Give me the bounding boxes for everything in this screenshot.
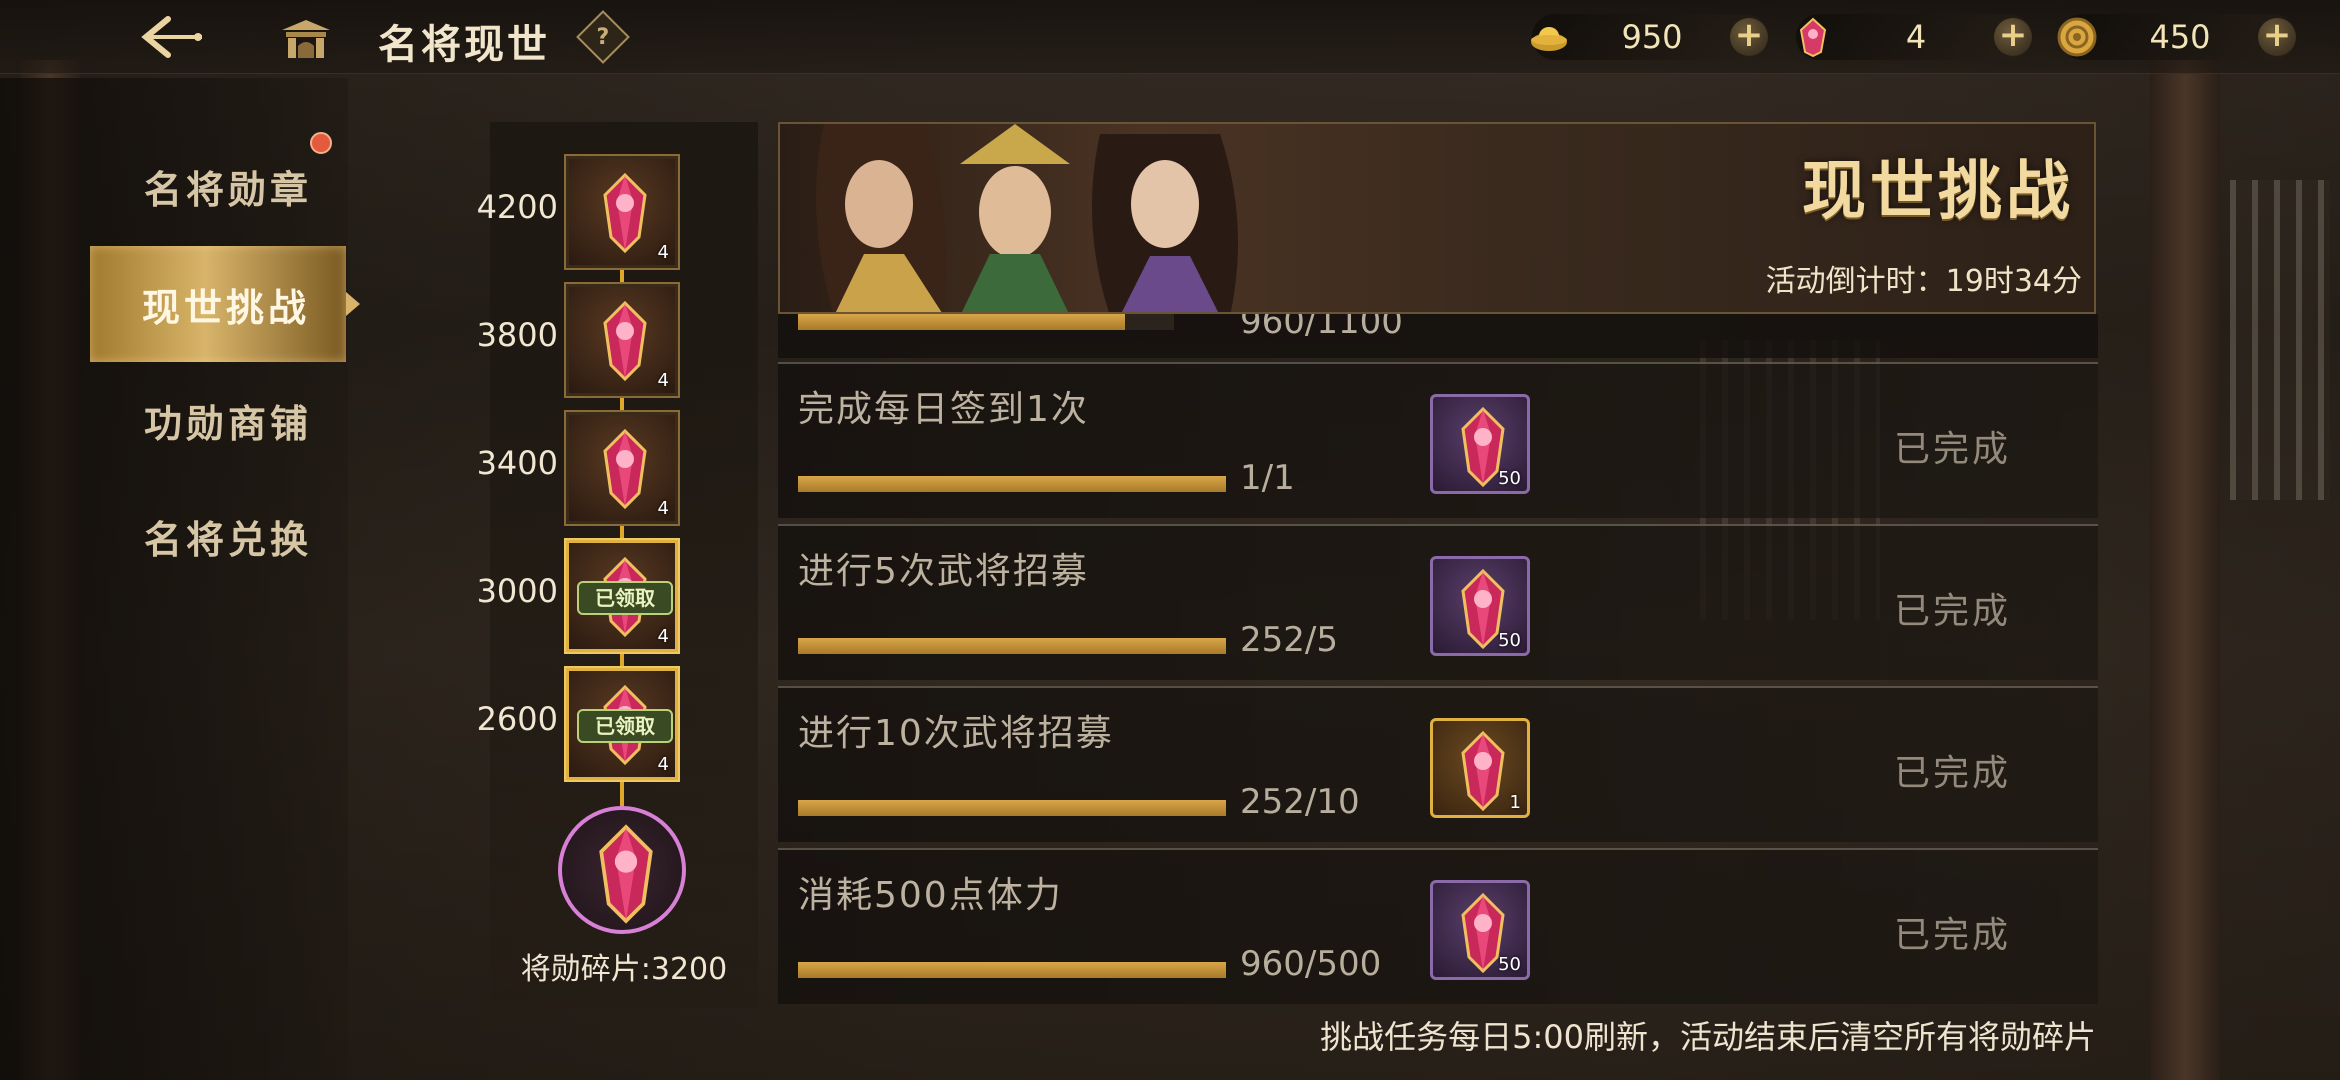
notification-dot bbox=[310, 132, 332, 154]
fragments-count: 将勋碎片:3200 bbox=[520, 952, 728, 987]
task-status-completed: 已完成 bbox=[1894, 591, 2012, 632]
crimson-gem-icon bbox=[1799, 17, 1827, 58]
top-bar: 名将现世 ? 950 + 4 + 450 + bbox=[0, 0, 2340, 74]
nav-item-shop[interactable]: 功勋商铺 bbox=[90, 362, 346, 478]
event-banner: 现世挑战 活动倒计时：19时34分 bbox=[778, 122, 2096, 314]
gold-value: 950 bbox=[1621, 18, 1683, 56]
task-description: 进行10次武将招募 bbox=[798, 713, 1114, 754]
nav-item-challenge[interactable]: 现世挑战 bbox=[90, 246, 360, 362]
milestone-points: 4200 bbox=[476, 188, 558, 226]
crimson-gem-icon bbox=[603, 428, 647, 510]
milestone-reward-count: 4 bbox=[657, 626, 669, 647]
add-gold-button[interactable]: + bbox=[1730, 18, 1768, 56]
claimed-badge: 已领取 bbox=[577, 581, 673, 615]
nav-item-exchange[interactable]: 名将兑换 bbox=[90, 478, 346, 594]
task-progress-text: 960/500 bbox=[1240, 944, 1382, 984]
crimson-gem-icon bbox=[603, 172, 647, 254]
task-reward-item[interactable]: 1 bbox=[1430, 718, 1530, 818]
gate-icon bbox=[282, 20, 330, 58]
claimed-badge: 已领取 bbox=[577, 709, 673, 743]
add-coin-button[interactable]: + bbox=[2258, 18, 2296, 56]
task-list[interactable]: 960/1100 完成每日签到1次 1/1 50 已完成 进行5次武将招募 252/5 50… bbox=[778, 314, 2098, 1014]
task-reward-item[interactable]: 50 bbox=[1430, 394, 1530, 494]
task-description: 进行5次武将招募 bbox=[798, 551, 1089, 592]
task-progress-text: 252/10 bbox=[1240, 782, 1360, 822]
task-row: 进行10次武将招募 252/10 1 已完成 bbox=[778, 686, 2098, 842]
footer-note: 挑战任务每日5:00刷新，活动结束后清空所有将勋碎片 bbox=[1320, 1018, 2096, 1056]
fragment-gem-icon bbox=[599, 824, 653, 924]
gold-ingot-icon bbox=[1531, 27, 1567, 51]
active-caret-icon bbox=[346, 292, 360, 316]
hero-portrait-3 bbox=[1092, 134, 1238, 312]
back-button[interactable] bbox=[138, 12, 208, 62]
task-status-completed: 已完成 bbox=[1894, 753, 2012, 794]
milestone-reward-count: 4 bbox=[657, 754, 669, 775]
fragment-gem[interactable] bbox=[558, 806, 686, 934]
help-icon[interactable]: ? bbox=[576, 10, 630, 64]
task-reward-count: 1 bbox=[1509, 792, 1521, 813]
task-progress-fill bbox=[798, 476, 1226, 492]
task-reward-item[interactable]: 50 bbox=[1430, 556, 1530, 656]
milestone-reward-slot[interactable]: 4 bbox=[564, 410, 680, 526]
milestone-points: 3400 bbox=[476, 444, 558, 482]
task-row: 消耗500点体力 960/500 50 已完成 bbox=[778, 848, 2098, 1004]
crimson-gem-icon bbox=[1461, 730, 1505, 812]
task-progress-text: 960/1100 bbox=[1240, 314, 1403, 342]
task-progress-bar bbox=[798, 800, 1226, 816]
task-progress-bar bbox=[798, 638, 1226, 654]
task-row-partial: 960/1100 bbox=[778, 314, 2098, 358]
task-row: 进行5次武将招募 252/5 50 已完成 bbox=[778, 524, 2098, 680]
gem-value: 4 bbox=[1905, 18, 1927, 56]
milestone-reward-slot[interactable]: 4 已领取 bbox=[564, 538, 680, 654]
milestone-reward-count: 4 bbox=[657, 242, 669, 263]
milestone-reward-slot[interactable]: 4 已领取 bbox=[564, 666, 680, 782]
task-progress-fill bbox=[798, 314, 1126, 330]
task-reward-item[interactable]: 50 bbox=[1430, 880, 1530, 980]
task-progress-fill bbox=[798, 638, 1226, 654]
milestone-reward-count: 4 bbox=[657, 498, 669, 519]
task-progress-bar bbox=[798, 476, 1226, 492]
milestone-reward-slot[interactable]: 4 bbox=[564, 154, 680, 270]
milestone-reward-slot[interactable]: 4 bbox=[564, 282, 680, 398]
task-progress-fill bbox=[798, 962, 1226, 978]
currency-coin: 450 + bbox=[2057, 14, 2296, 60]
task-row: 完成每日签到1次 1/1 50 已完成 bbox=[778, 362, 2098, 518]
milestone-points: 3800 bbox=[476, 316, 558, 354]
milestone-points: 3000 bbox=[476, 572, 558, 610]
currency-gold: 950 + bbox=[1531, 14, 1768, 60]
event-countdown: 活动倒计时：19时34分 bbox=[1765, 264, 2082, 299]
banner-title: 现世挑战 bbox=[1802, 154, 2074, 229]
milestone-points: 2600 bbox=[476, 700, 558, 738]
add-gem-button[interactable]: + bbox=[1994, 18, 2032, 56]
page-title: 名将现世 bbox=[378, 21, 550, 68]
task-progress-bar bbox=[798, 962, 1226, 978]
back-arrow-icon bbox=[141, 16, 202, 58]
task-description: 完成每日签到1次 bbox=[798, 389, 1089, 430]
task-status-completed: 已完成 bbox=[1894, 915, 2012, 956]
coin-icon bbox=[2057, 17, 2097, 57]
task-description: 消耗500点体力 bbox=[798, 875, 1063, 916]
task-progress-text: 1/1 bbox=[1240, 458, 1295, 498]
currency-gem: 4 + bbox=[1796, 14, 2032, 60]
nav-item-medal[interactable]: 名将勋章 bbox=[90, 128, 346, 244]
coin-value: 450 bbox=[2149, 18, 2211, 56]
milestone-reward-count: 4 bbox=[657, 370, 669, 391]
task-reward-count: 50 bbox=[1498, 954, 1521, 975]
task-progress-bar bbox=[798, 314, 1174, 330]
task-progress-text: 252/5 bbox=[1240, 620, 1338, 660]
task-progress-fill bbox=[798, 800, 1226, 816]
task-status-completed: 已完成 bbox=[1894, 429, 2012, 470]
task-reward-count: 50 bbox=[1498, 468, 1521, 489]
task-reward-count: 50 bbox=[1498, 630, 1521, 651]
crimson-gem-icon bbox=[603, 300, 647, 382]
hero-portrait-2 bbox=[960, 124, 1070, 312]
